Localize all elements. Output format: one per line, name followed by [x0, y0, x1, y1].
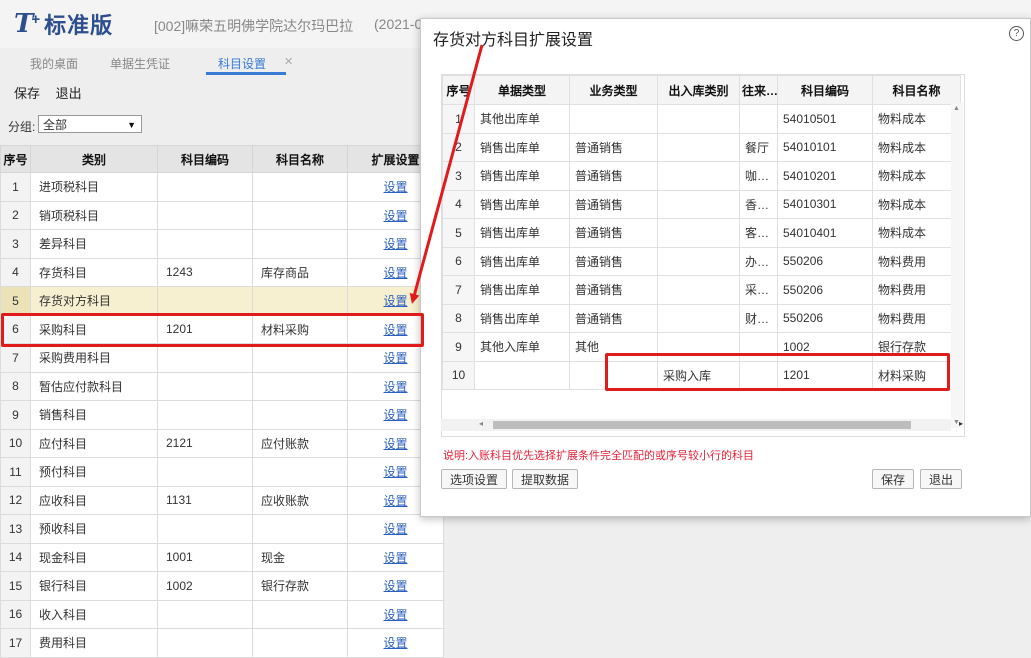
- annotation-arrow: [409, 44, 484, 304]
